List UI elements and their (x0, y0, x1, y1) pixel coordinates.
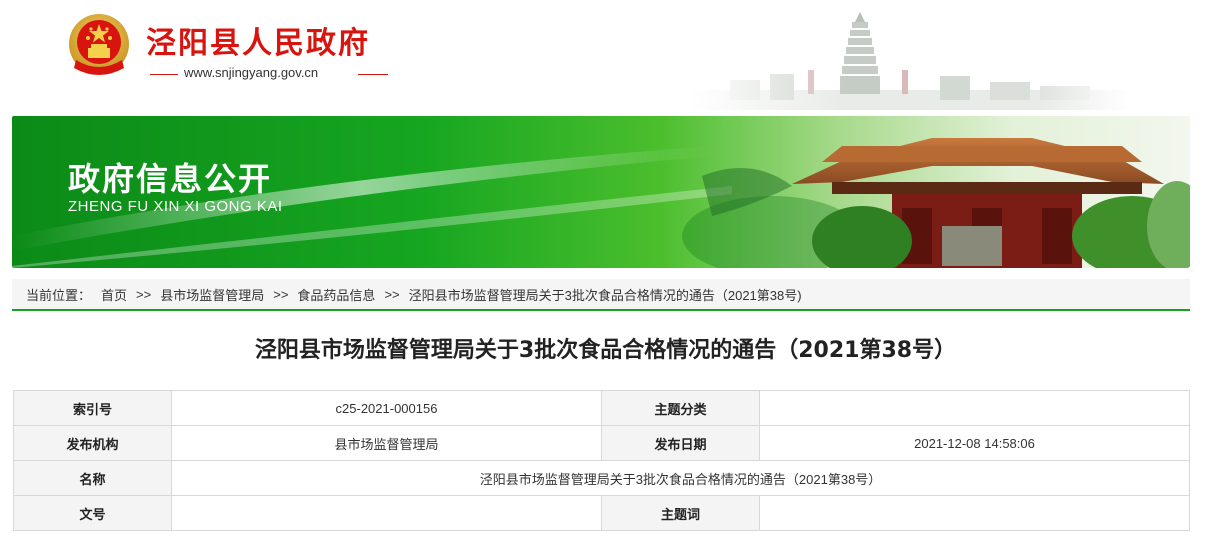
category-label: 主题分类 (601, 390, 760, 426)
keywords-value (759, 495, 1190, 531)
banner-title: 政府信息公开 (68, 160, 273, 198)
banner-subtitle: ZHENG FU XIN XI GONG KAI (68, 198, 283, 215)
site-name[interactable]: 泾阳县人民政府 (146, 18, 370, 62)
publish-date-value: 2021-12-08 14:58:06 (759, 425, 1190, 461)
breadcrumb-label: 当前位置： (26, 287, 92, 303)
section-banner: 政府信息公开 ZHENG FU XIN XI GONG KAI (12, 116, 1190, 268)
site-url[interactable]: www.snjingyang.gov.cn (184, 65, 318, 80)
table-row: 文号 主题词 (13, 495, 1190, 531)
article-title: 泾阳县市场监督管理局关于3批次食品合格情况的通告（2021第38号） (254, 338, 957, 363)
category-value (759, 390, 1190, 426)
breadcrumb-separator: >> (136, 286, 152, 302)
site-url-row: www.snjingyang.gov.cn (150, 64, 390, 84)
site-header: 泾阳县人民政府 www.snjingyang.gov.cn (0, 0, 1211, 112)
index-number-value: c25-2021-000156 (171, 390, 602, 426)
document-number-label: 文号 (13, 495, 172, 531)
breadcrumb-separator: >> (273, 286, 289, 302)
document-name-value: 泾阳县市场监督管理局关于3批次食品合格情况的通告（2021第38号） (171, 460, 1190, 496)
url-divider-left (150, 74, 178, 75)
breadcrumb-department-link[interactable]: 县市场监督管理局 (160, 285, 264, 304)
publisher-label: 发布机构 (13, 425, 172, 461)
breadcrumb-current-page[interactable]: 泾阳县市场监督管理局关于3批次食品合格情况的通告（2021第38号) (409, 285, 802, 304)
breadcrumb-category-link[interactable]: 食品药品信息 (297, 285, 375, 304)
breadcrumb-separator: >> (384, 286, 400, 302)
document-meta-table: 索引号 c25-2021-000156 主题分类 发布机构 县市场监督管理局 发… (13, 390, 1190, 531)
table-row: 发布机构 县市场监督管理局 发布日期 2021-12-08 14:58:06 (13, 425, 1190, 461)
pagoda-skyline-illustration (690, 10, 1130, 110)
index-number-label: 索引号 (13, 390, 172, 426)
keywords-label: 主题词 (601, 495, 760, 531)
breadcrumb-home-link[interactable]: 首页 (101, 285, 127, 304)
document-number-value (171, 495, 602, 531)
publisher-value: 县市场监督管理局 (171, 425, 602, 461)
table-row: 索引号 c25-2021-000156 主题分类 (13, 390, 1190, 426)
document-name-label: 名称 (13, 460, 172, 496)
url-divider-right (358, 74, 388, 75)
table-row: 名称 泾阳县市场监督管理局关于3批次食品合格情况的通告（2021第38号） (13, 460, 1190, 496)
breadcrumb: 当前位置： 首页 >> 县市场监督管理局 >> 食品药品信息 >> 泾阳县市场监… (12, 279, 1190, 311)
national-emblem-icon[interactable] (66, 12, 132, 80)
publish-date-label: 发布日期 (601, 425, 760, 461)
